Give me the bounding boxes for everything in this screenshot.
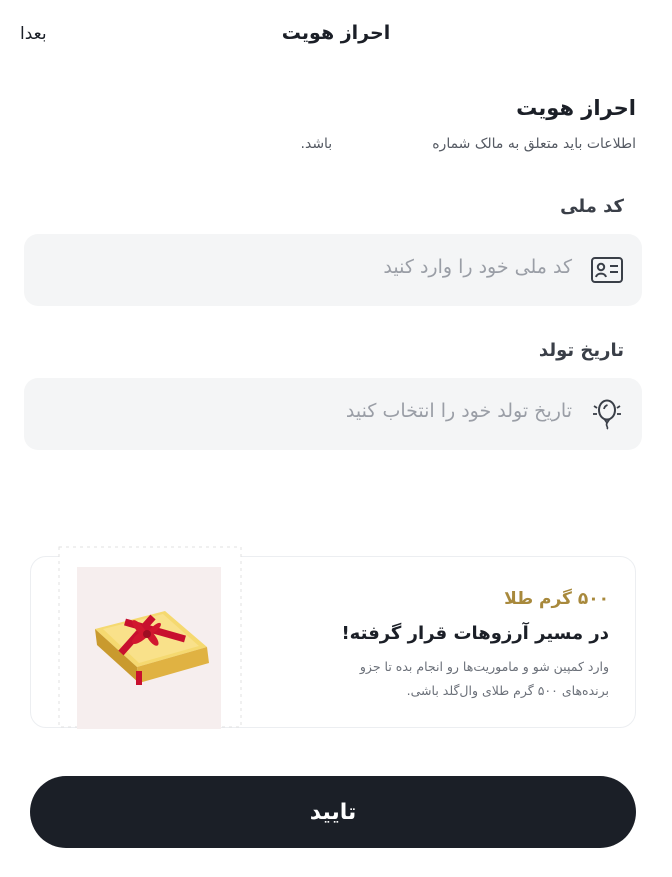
later-button[interactable]: بعدا [20,24,47,44]
birth-date-placeholder: تاریخ تولد خود را انتخاب کنید [345,400,572,422]
campaign-banner[interactable]: ۵۰۰ گرم طلا در مسیر آرزوهات قرار گرفته! … [30,546,636,729]
promo-description: وارد کمپین شو و ماموریت‌ها رو انجام بده … [359,659,609,698]
subtitle-text-part2: باشد. [300,136,333,152]
id-card-icon [590,254,624,286]
section-heading: احراز هویت [516,96,636,120]
national-id-input[interactable]: کد ملی خود را وارد کنید [24,234,642,306]
confirm-button[interactable]: تایید [30,776,636,848]
page-title: احراز هویت [281,22,391,44]
balloon-icon [590,398,624,430]
promo-title: در مسیر آرزوهات قرار گرفته! [341,623,609,644]
national-id-placeholder: کد ملی خود را وارد کنید [383,256,572,278]
national-id-label: کد ملی [560,196,624,217]
section-subtitle: اطلاعات باید متعلق به مالک شماره باشد. [301,136,636,152]
subtitle-text-part1: اطلاعات باید متعلق به مالک شماره [432,136,636,152]
top-bar: احراز هویت بعدا [0,0,672,70]
promo-amount: ۵۰۰ گرم طلا [504,589,609,609]
birth-date-input[interactable]: تاریخ تولد خود را انتخاب کنید [24,378,642,450]
gold-bar-stamp-image [55,543,245,729]
birth-date-label: تاریخ تولد [538,340,624,361]
